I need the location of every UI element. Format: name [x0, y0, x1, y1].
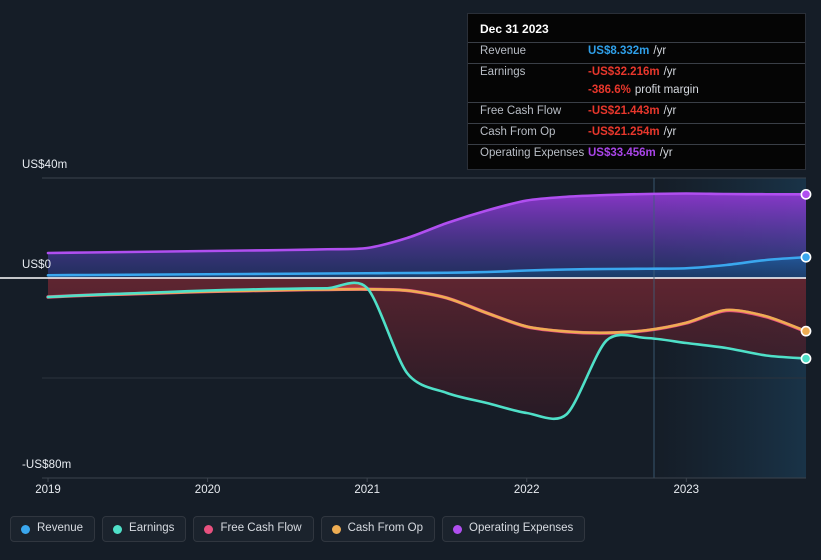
data-tooltip: Dec 31 2023 Revenue US$8.332m/yr Earnings -… [467, 13, 806, 170]
legend-color-swatch-icon [453, 524, 463, 534]
tooltip-row-value-group: -US$21.254m/yr [588, 126, 676, 138]
legend-item-cash-from-op[interactable]: Cash From Op [320, 516, 436, 542]
tooltip-row-unit: /yr [659, 147, 673, 159]
tooltip-row-unit: /yr [653, 45, 667, 57]
tooltip-row-value: -US$32.216m [588, 66, 660, 78]
tooltip-rows: Revenue US$8.332m/yr Earnings -US$32.216m/y… [468, 42, 805, 165]
area-operating-expenses [48, 193, 806, 278]
legend-item-label: Operating Expenses [469, 522, 574, 535]
legend-item-revenue[interactable]: Revenue [10, 516, 96, 542]
tooltip-row-unit: /yr [663, 126, 677, 138]
tooltip-row-label: Cash From Op [480, 126, 556, 138]
endpoint-marker-earnings [800, 353, 812, 364]
y-axis-label-bottom: -US$80m [22, 459, 72, 471]
x-axis-tick-2022: 2022 [513, 484, 540, 496]
tooltip-row-value-group: US$8.332m/yr [588, 45, 666, 57]
legend-color-swatch-icon [331, 524, 341, 534]
y-axis-label-zero: US$0 [22, 259, 52, 271]
x-axis-tick-2021: 2021 [354, 484, 380, 496]
tooltip-row-unit: profit margin [634, 84, 699, 96]
x-axis-tick-2023: 2023 [673, 484, 700, 496]
y-axis-label-top: US$40m [22, 159, 68, 171]
tooltip-row-label: Revenue [480, 45, 527, 57]
legend-item-free-cash-flow[interactable]: Free Cash Flow [193, 516, 314, 542]
legend-item-earnings[interactable]: Earnings [102, 516, 187, 542]
tooltip-row-value: -US$21.254m [588, 126, 660, 138]
legend-item-label: Cash From Op [347, 522, 424, 535]
tooltip-row: Cash From Op -US$21.254m/yr [468, 123, 805, 144]
tooltip-row-label: Earnings [480, 66, 526, 78]
legend-color-swatch-icon [113, 524, 123, 534]
x-axis-tick-2019: 2019 [35, 484, 61, 496]
tooltip-row-unit: /yr [663, 66, 677, 78]
tooltip-row: Operating Expenses US$33.456m/yr [468, 144, 805, 165]
chart-legend: Revenue Earnings Free Cash Flow Cash From O… [10, 516, 586, 542]
tooltip-row-value: US$8.332m [588, 45, 650, 57]
tooltip-row-label: Operating Expenses [480, 147, 585, 159]
tooltip-row: Free Cash Flow -US$21.443m/yr [468, 102, 805, 123]
tooltip-row-value-group: US$33.456m/yr [588, 147, 673, 159]
tooltip-row-value: US$33.456m [588, 147, 656, 159]
legend-color-swatch-icon [204, 524, 214, 534]
endpoint-marker-operating-expenses [800, 188, 812, 200]
legend-item-label: Revenue [37, 522, 84, 535]
tooltip-row-value-group: -US$32.216m/yr [588, 66, 676, 78]
legend-item-label: Free Cash Flow [220, 522, 302, 535]
legend-item-label: Earnings [129, 522, 175, 535]
legend-item-operating-expenses[interactable]: Operating Expenses [442, 516, 586, 542]
endpoint-marker-revenue [800, 251, 812, 263]
tooltip-row: Revenue US$8.332m/yr [468, 42, 805, 63]
x-axis-tick-2020: 2020 [194, 484, 221, 496]
tooltip-row-value-group: -US$21.443m/yr [588, 105, 676, 117]
tooltip-row: -386.6% profit margin [468, 84, 805, 102]
tooltip-date: Dec 31 2023 [480, 22, 549, 36]
legend-color-swatch-icon [21, 524, 30, 534]
tooltip-row-value-group: -386.6% profit margin [588, 84, 699, 96]
tooltip-row: Earnings -US$32.216m/yr [468, 63, 805, 84]
tooltip-row-unit: /yr [663, 105, 677, 117]
tooltip-row-label: Free Cash Flow [480, 105, 562, 117]
tooltip-row-value: -386.6% [588, 84, 631, 96]
tooltip-row-value: -US$21.443m [588, 105, 660, 117]
endpoint-marker-cash-from-op [800, 325, 812, 337]
